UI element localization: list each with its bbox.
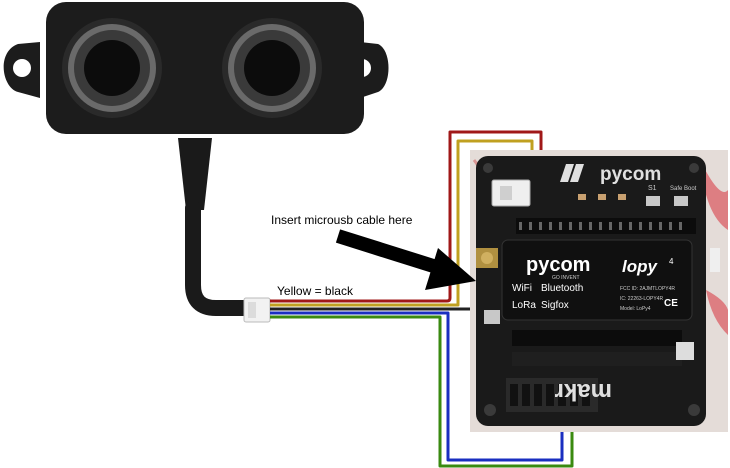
sensor-transducer-right xyxy=(222,18,322,118)
mount-hole-bottom-left xyxy=(484,404,496,416)
wire-note-label: Yellow = black xyxy=(277,284,353,298)
feature-bluetooth: Bluetooth xyxy=(541,283,583,294)
cert-ic: IC: 22263-LOPY4R xyxy=(620,296,663,302)
cert-model: Model: LoPy4 xyxy=(620,306,651,312)
button-s1 xyxy=(646,196,660,206)
board-brand: pycom xyxy=(600,164,661,185)
module-brand: pycom xyxy=(526,254,590,276)
mount-hole-bottom-right xyxy=(688,404,700,416)
cert-marks: CE xyxy=(664,298,678,309)
jst-connector xyxy=(243,297,271,323)
side-connector xyxy=(710,248,720,272)
button-label-s1: S1 xyxy=(648,185,657,192)
pointer-arrow xyxy=(335,229,476,290)
usb-instruction-label: Insert microusb cable here xyxy=(271,213,413,227)
antenna-connector xyxy=(476,248,498,268)
mount-hole-top-left xyxy=(483,163,493,173)
button-label-safe-boot: Safe Boot xyxy=(670,186,697,192)
qr-code xyxy=(676,342,694,360)
sensor-transducer-left xyxy=(62,18,162,118)
sensor-cable xyxy=(178,138,256,316)
status-leds xyxy=(578,194,626,200)
top-header xyxy=(516,218,696,234)
expansion-board: pycom S1 Safe Boot pycom GO INVENT lopy … xyxy=(470,150,728,432)
feature-sigfox: Sigfox xyxy=(541,300,569,311)
reset-button xyxy=(484,310,500,324)
mount-hole-top-right xyxy=(689,163,699,173)
wiring-diagram: pycom S1 Safe Boot pycom GO INVENT lopy … xyxy=(3,2,728,468)
feature-lora: LoRa xyxy=(512,300,536,311)
feature-wifi: WiFi xyxy=(512,283,532,294)
module-tagline: GO INVENT xyxy=(552,275,580,281)
carrier-logo: makr xyxy=(555,378,612,405)
module-version: 4 xyxy=(669,257,674,266)
cert-fcc: FCC ID: 2AJMTLOPY4R xyxy=(620,286,675,292)
ultrasonic-sensor xyxy=(3,2,389,134)
module-name: lopy xyxy=(622,257,658,276)
button-safe-boot xyxy=(674,196,688,206)
lopy4-module: pycom GO INVENT lopy 4 WiFi Bluetooth Lo… xyxy=(501,239,693,321)
